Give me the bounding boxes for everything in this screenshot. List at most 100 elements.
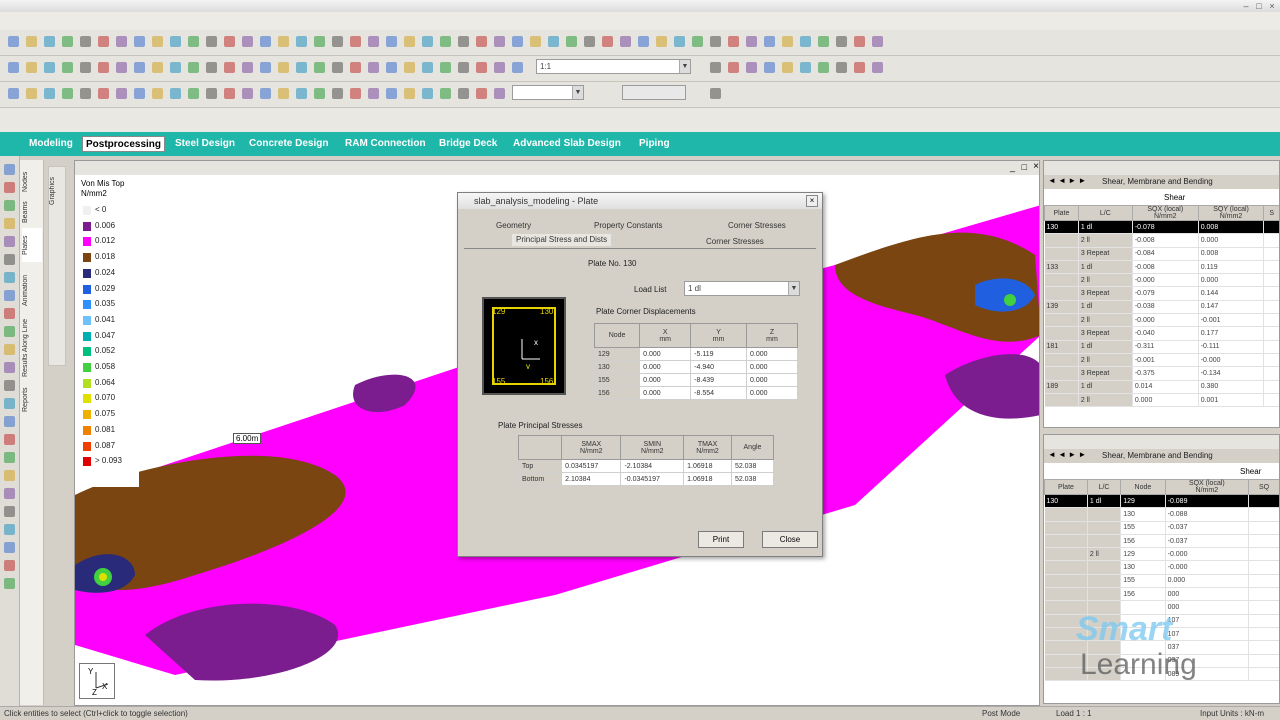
toolbar-tool-icon[interactable] bbox=[872, 62, 883, 73]
table-row[interactable]: 3 Repeat -0.079 0.144 bbox=[1044, 286, 1279, 301]
close-window-button[interactable]: × bbox=[1266, 0, 1278, 12]
toolbar-tool-icon[interactable] bbox=[44, 36, 55, 47]
viewport-restore-button[interactable]: □ bbox=[1022, 162, 1027, 172]
table-row[interactable]: 130 -0.088 bbox=[1044, 507, 1279, 522]
side-tool-icon[interactable] bbox=[4, 164, 15, 175]
column-header[interactable]: X mm bbox=[639, 323, 692, 348]
tab-corner-stresses[interactable]: Corner Stresses bbox=[724, 220, 790, 232]
load-list-combo[interactable]: 1 dl ▼ bbox=[684, 281, 800, 296]
viewport-close-button[interactable]: × bbox=[1033, 161, 1039, 172]
toolbar-tool-icon[interactable] bbox=[422, 88, 433, 99]
toolbar-tool-icon[interactable] bbox=[80, 88, 91, 99]
toolbar-tool-icon[interactable] bbox=[872, 36, 883, 47]
view-scale-combo[interactable]: 1:1 ▼ bbox=[536, 59, 691, 74]
toolbar-tool-icon[interactable] bbox=[440, 88, 451, 99]
results-combo[interactable] bbox=[622, 85, 686, 100]
toolbar-tool-icon[interactable] bbox=[836, 62, 847, 73]
side-tool-icon[interactable] bbox=[4, 380, 15, 391]
toolbar-tool-icon[interactable] bbox=[512, 36, 523, 47]
toolbar-tool-icon[interactable] bbox=[476, 36, 487, 47]
toolbar-tool-icon[interactable] bbox=[458, 62, 469, 73]
viewport-minimize-button[interactable]: _ bbox=[1010, 162, 1015, 172]
toolbar-tool-icon[interactable] bbox=[224, 36, 235, 47]
table-row[interactable]: 130 1 dl -0.078 0.008 bbox=[1044, 220, 1279, 235]
toolbar-tool-icon[interactable] bbox=[332, 36, 343, 47]
column-header[interactable]: L/C bbox=[1086, 479, 1122, 495]
table-row[interactable]: 2 ll -0.008 0.000 bbox=[1044, 233, 1279, 248]
column-header[interactable]: Z mm bbox=[745, 323, 799, 348]
toolbar-tool-icon[interactable] bbox=[206, 62, 217, 73]
toolbar-tool-icon[interactable] bbox=[152, 36, 163, 47]
toolbar-tool-icon[interactable] bbox=[44, 88, 55, 99]
toolbar-tool-icon[interactable] bbox=[296, 88, 307, 99]
toolbar-tool-icon[interactable] bbox=[710, 36, 721, 47]
tab-geometry[interactable]: Geometry bbox=[492, 220, 535, 232]
toolbar-tool-icon[interactable] bbox=[116, 88, 127, 99]
toolbar-tool-icon[interactable] bbox=[8, 62, 19, 73]
toolbar-tool-icon[interactable] bbox=[422, 36, 433, 47]
toolbar-tool-icon[interactable] bbox=[512, 62, 523, 73]
table-row[interactable]: 2 ll -0.001 -0.000 bbox=[1044, 353, 1279, 368]
column-header[interactable]: Plate bbox=[1044, 205, 1079, 221]
toolbar-tool-icon[interactable] bbox=[332, 88, 343, 99]
toolbar-tool-icon[interactable] bbox=[116, 62, 127, 73]
maximize-button[interactable]: □ bbox=[1253, 0, 1265, 12]
toolbar-tool-icon[interactable] bbox=[440, 36, 451, 47]
side-tool-icon[interactable] bbox=[4, 452, 15, 463]
toolbar-tool-icon[interactable] bbox=[692, 36, 703, 47]
load-case-combo[interactable]: ▼ bbox=[512, 85, 584, 100]
toolbar-tool-icon[interactable] bbox=[26, 36, 37, 47]
toolbar-tool-icon[interactable] bbox=[494, 62, 505, 73]
side-tool-icon[interactable] bbox=[4, 578, 15, 589]
table-row[interactable]: 156 0.000 -8.554 0.000 bbox=[593, 386, 799, 400]
toolbar-tool-icon[interactable] bbox=[566, 36, 577, 47]
toolbar-tool-icon[interactable] bbox=[728, 62, 739, 73]
toolbar-tool-icon[interactable] bbox=[170, 88, 181, 99]
tab-nodes[interactable]: Nodes bbox=[22, 168, 42, 196]
column-header[interactable]: Plate bbox=[1044, 479, 1088, 495]
toolbar-tool-icon[interactable] bbox=[746, 62, 757, 73]
toolbar-tool-icon[interactable] bbox=[206, 88, 217, 99]
toolbar-tool-icon[interactable] bbox=[260, 36, 271, 47]
toolbar-tool-icon[interactable] bbox=[170, 62, 181, 73]
side-tool-icon[interactable] bbox=[4, 524, 15, 535]
column-header[interactable]: S bbox=[1263, 205, 1279, 221]
table-row[interactable]: 130 0.000 -4.940 0.000 bbox=[593, 360, 799, 374]
table-row[interactable]: 2 ll 129 -0.000 bbox=[1044, 547, 1279, 562]
toolbar-tool-icon[interactable] bbox=[296, 36, 307, 47]
side-tool-icon[interactable] bbox=[4, 416, 15, 427]
toolbar-tool-icon[interactable] bbox=[368, 36, 379, 47]
toolbar-tool-icon[interactable] bbox=[782, 36, 793, 47]
toolbar-tool-icon[interactable] bbox=[152, 62, 163, 73]
tab-advanced-slab-design[interactable]: Advanced Slab Design bbox=[510, 136, 624, 152]
toolbar-tool-icon[interactable] bbox=[818, 36, 829, 47]
side-tool-icon[interactable] bbox=[4, 506, 15, 517]
toolbar-tool-icon[interactable] bbox=[584, 36, 595, 47]
toolbar-tool-icon[interactable] bbox=[746, 36, 757, 47]
toolbar-tool-icon[interactable] bbox=[710, 62, 721, 73]
table-row[interactable]: 2 ll -0.000 0.000 bbox=[1044, 273, 1279, 288]
toolbar-tool-icon[interactable] bbox=[494, 36, 505, 47]
toolbar-tool-icon[interactable] bbox=[422, 62, 433, 73]
table-row[interactable]: 155 0.000 -8.439 0.000 bbox=[593, 373, 799, 387]
toolbar-tool-icon[interactable] bbox=[8, 88, 19, 99]
toolbar-tool-icon[interactable] bbox=[404, 88, 415, 99]
table-row[interactable]: 130 -0.000 bbox=[1044, 560, 1279, 575]
toolbar-tool-icon[interactable] bbox=[530, 36, 541, 47]
toolbar-tool-icon[interactable] bbox=[98, 62, 109, 73]
toolbar-tool-icon[interactable] bbox=[134, 88, 145, 99]
toolbar-tool-icon[interactable] bbox=[8, 36, 19, 47]
side-tool-icon[interactable] bbox=[4, 560, 15, 571]
side-tool-icon[interactable] bbox=[4, 470, 15, 481]
toolbar-tool-icon[interactable] bbox=[206, 36, 217, 47]
toolbar-tool-icon[interactable] bbox=[674, 36, 685, 47]
toolbar-tool-icon[interactable] bbox=[368, 88, 379, 99]
toolbar-tool-icon[interactable] bbox=[134, 36, 145, 47]
toolbar-tool-icon[interactable] bbox=[80, 62, 91, 73]
toolbar-tool-icon[interactable] bbox=[782, 62, 793, 73]
toolbar-tool-icon[interactable] bbox=[80, 36, 91, 47]
side-tool-icon[interactable] bbox=[4, 236, 15, 247]
toolbar-tool-icon[interactable] bbox=[854, 62, 865, 73]
tab-beams[interactable]: Beams bbox=[22, 198, 42, 226]
column-header[interactable]: TMAX N/mm2 bbox=[683, 435, 732, 460]
